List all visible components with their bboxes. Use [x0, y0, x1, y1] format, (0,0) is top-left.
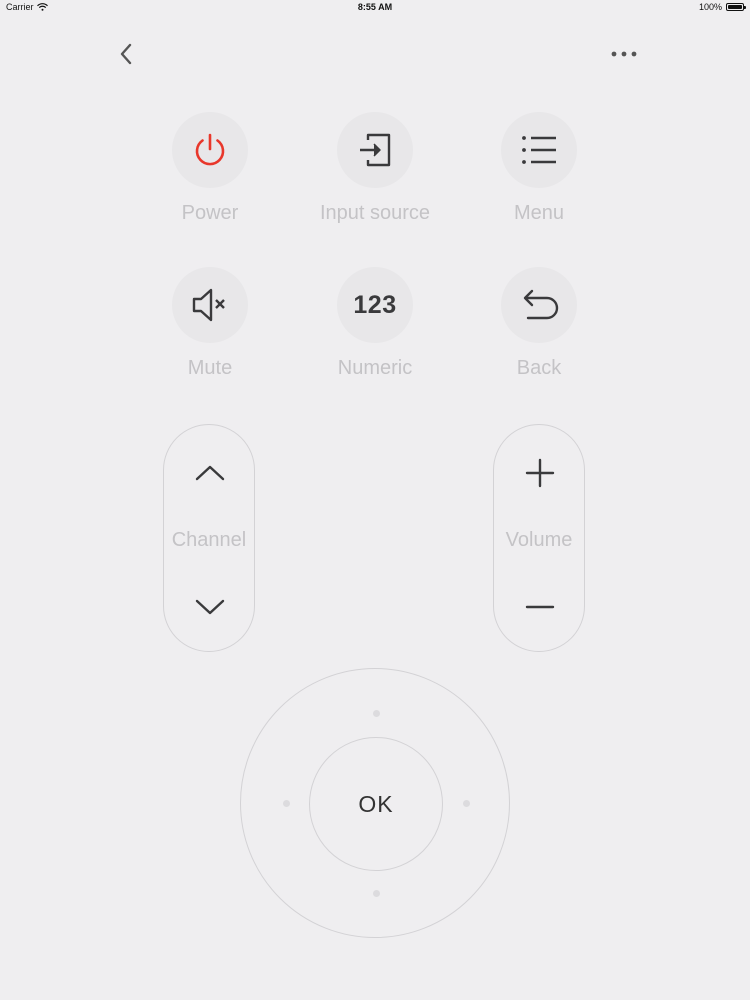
power-icon: [195, 133, 225, 166]
back-nav-button[interactable]: [110, 38, 142, 70]
numeric-glyph: 123: [353, 290, 397, 319]
battery-percent: 100%: [698, 2, 722, 12]
status-bar: Carrier 8:55 AM 100%: [0, 0, 750, 16]
channel-control: Channel: [163, 424, 255, 652]
chevron-left-icon: [120, 43, 132, 65]
dpad-down-dot-icon: [372, 889, 380, 897]
speaker-mute-icon: [192, 288, 225, 322]
chevron-down-icon: [195, 599, 225, 615]
volume-control: Volume: [493, 424, 585, 652]
channel-down-button[interactable]: [180, 583, 240, 631]
mute-label: Mute: [187, 357, 233, 379]
back-label: Back: [516, 357, 562, 379]
volume-label: Volume: [505, 529, 573, 551]
dpad-right-button[interactable]: [444, 781, 488, 825]
channel-up-button[interactable]: [180, 449, 240, 497]
mute-control: Mute: [130, 267, 290, 380]
clock: 8:55 AM: [357, 2, 393, 12]
dpad-left-dot-icon: [282, 799, 290, 807]
undo-arrow-icon: [523, 289, 559, 320]
input-source-icon: [360, 133, 391, 167]
back-control: Back: [459, 267, 619, 380]
power-control: Power: [130, 112, 290, 225]
directional-pad: OK: [240, 668, 510, 938]
battery-icon: [726, 3, 746, 11]
plus-icon: [525, 458, 555, 488]
input-source-button[interactable]: [337, 112, 413, 188]
more-horizontal-icon: [611, 51, 637, 57]
dpad-up-button[interactable]: [354, 691, 398, 735]
numeric-button[interactable]: 123: [337, 267, 413, 343]
power-button[interactable]: [172, 112, 248, 188]
back-button[interactable]: [501, 267, 577, 343]
battery-indicator: 100%: [698, 2, 746, 12]
dpad-left-button[interactable]: [264, 781, 308, 825]
volume-down-button[interactable]: [510, 583, 570, 631]
numeric-label: Numeric: [337, 357, 413, 379]
list-icon: [522, 136, 556, 164]
dpad-right-dot-icon: [462, 799, 470, 807]
volume-up-button[interactable]: [510, 449, 570, 497]
dpad-up-dot-icon: [372, 709, 380, 717]
menu-label: Menu: [513, 202, 565, 224]
ok-button[interactable]: OK: [309, 737, 443, 871]
channel-label: Channel: [171, 529, 247, 551]
numeric-control: 123 Numeric: [295, 267, 455, 380]
mute-button[interactable]: [172, 267, 248, 343]
dpad-down-button[interactable]: [354, 871, 398, 915]
menu-button[interactable]: [501, 112, 577, 188]
menu-control: Menu: [459, 112, 619, 225]
more-options-button[interactable]: [606, 38, 642, 70]
input-source-control: Input source: [295, 112, 455, 225]
chevron-up-icon: [195, 465, 225, 481]
power-label: Power: [181, 202, 239, 224]
minus-icon: [525, 605, 555, 609]
input-source-label: Input source: [319, 202, 431, 224]
